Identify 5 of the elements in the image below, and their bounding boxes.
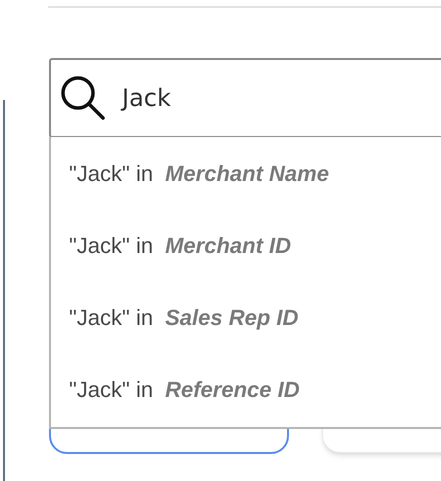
suggestion-item[interactable]: "Jack" in Merchant Name <box>51 137 441 209</box>
suggestion-item[interactable]: "Jack" in Sales Rep ID <box>51 281 441 353</box>
suggestion-item[interactable]: "Jack" in Reference ID <box>51 353 441 425</box>
suggestion-item[interactable]: "Jack" in Merchant ID <box>51 209 441 281</box>
search-field[interactable]: Jack <box>49 58 441 138</box>
